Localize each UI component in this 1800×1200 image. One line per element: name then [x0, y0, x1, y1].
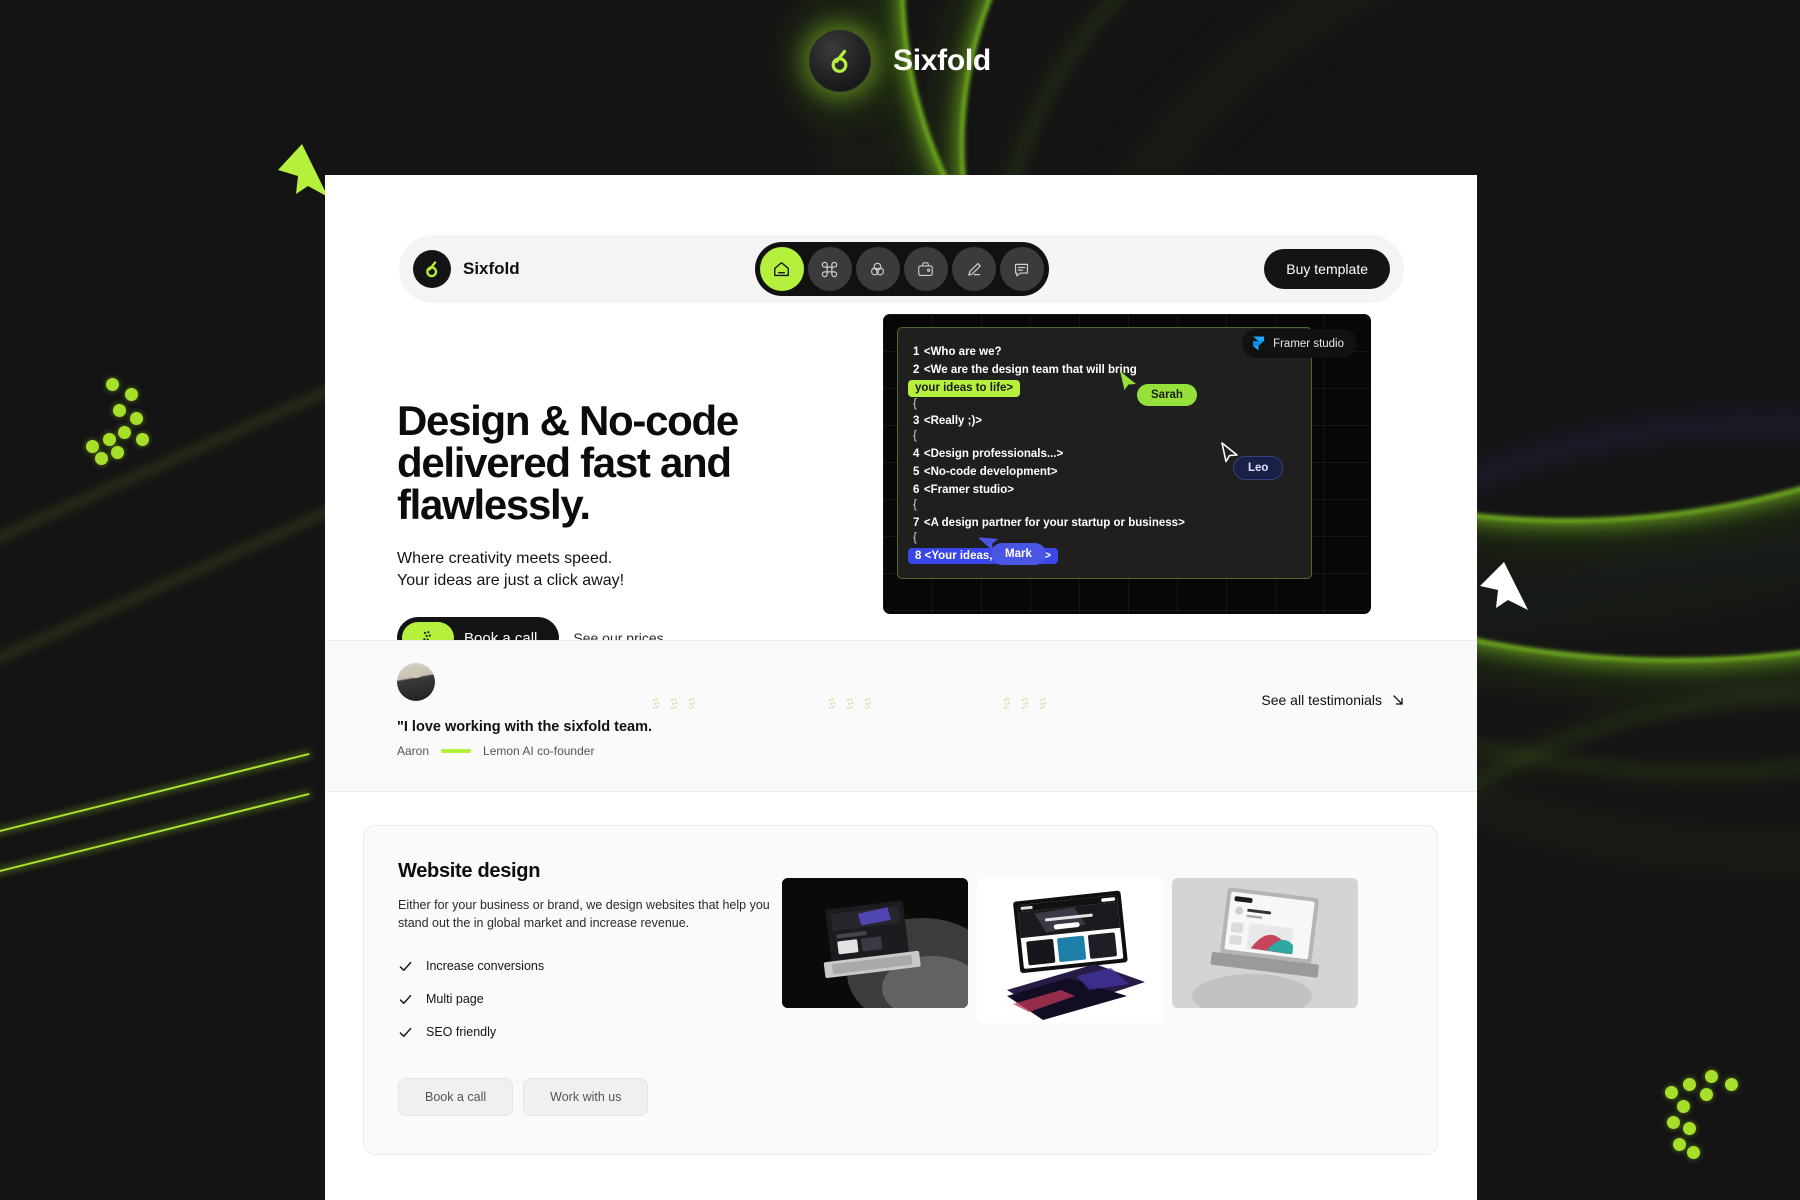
laptop-dark-shot[interactable]	[782, 878, 968, 1008]
code-line-brace: {	[913, 430, 917, 443]
cursor-pointer-sarah	[1120, 371, 1136, 390]
client-logo-3	[1000, 696, 1052, 712]
arrow-down-right-icon	[1393, 695, 1403, 705]
navbar: Sixfold Buy template	[399, 235, 1404, 303]
code-line: 6 <Framer studio>	[913, 484, 1014, 497]
hero-subheading-line-1: Where creativity meets speed.	[397, 550, 613, 567]
testimonial-author: Aaron	[397, 744, 430, 758]
line-streak-2	[0, 792, 310, 882]
hero-section: Design & No-code delivered fast and flaw…	[397, 397, 817, 660]
line-streak-faint-1	[0, 373, 362, 567]
check-icon	[399, 961, 412, 971]
testimonial-meta: Aaron Lemon AI co-founder	[397, 744, 594, 758]
see-all-testimonials-link[interactable]: See all testimonials	[1261, 692, 1405, 708]
website-design-description: Either for your business or brand, we de…	[398, 898, 770, 930]
client-logo-2	[825, 696, 877, 712]
command-icon[interactable]	[807, 247, 852, 291]
page-canvas: Sixfold Buy template Design & No-code de…	[325, 175, 1477, 1200]
framer-studio-badge: Framer studio	[1242, 329, 1357, 358]
collaborator-tag-leo: Mark	[991, 543, 1046, 565]
feature-label: Multi page	[426, 992, 484, 1006]
chat-icon[interactable]	[999, 247, 1044, 291]
framer-studio-label: Framer studio	[1273, 337, 1344, 350]
feature-label: Increase conversions	[426, 959, 545, 973]
page-title: Design & No-code delivered fast and flaw…	[397, 397, 739, 528]
hero-subheading-line-2: Your ideas are just a click away!	[397, 572, 625, 590]
navbar-icon-group	[754, 242, 1049, 296]
buy-template-button[interactable]: Buy template	[1264, 249, 1390, 289]
code-line-highlighted-blue: 8 <Your ideas, our work>	[908, 546, 1311, 565]
line-streak-faint-2	[0, 499, 351, 697]
testimonial-band: "I love working with the sixfold team. A…	[325, 640, 1477, 792]
color-palette-icon[interactable]	[855, 247, 900, 291]
testimonial-role: Lemon AI co-founder	[483, 744, 595, 758]
code-line-brace: {	[913, 499, 917, 512]
navbar-brand[interactable]: Sixfold	[413, 250, 520, 288]
collaborator-tag-sarah: Sarah	[1137, 384, 1197, 406]
avatar	[397, 663, 435, 701]
website-design-button-group: Book a call Work with us	[398, 1078, 649, 1116]
framer-icon	[1252, 336, 1265, 351]
white-cursor-arrow	[1480, 562, 1528, 610]
code-line-brace: {	[913, 397, 917, 410]
book-a-call-button[interactable]: Book a call	[398, 1078, 514, 1116]
pen-icon[interactable]	[951, 247, 996, 291]
code-editor: 1 <Who are we? 2 <We are the design team…	[897, 327, 1312, 579]
website-design-card: Website design Either for your business …	[363, 825, 1438, 1155]
list-item: SEO friendly	[398, 1025, 1403, 1040]
code-line: 3 <Really ;)>	[913, 415, 983, 428]
brand-header: Sixfold	[0, 0, 1800, 122]
navbar-brand-label: Sixfold	[463, 259, 520, 278]
code-line: 7 <A design partner for your startup or …	[913, 516, 1185, 529]
laptop-light-shot[interactable]	[1172, 878, 1358, 1008]
hero-subheading: Where creativity meets speed. Your ideas…	[397, 548, 817, 592]
testimonial-quote: "I love working with the sixfold team.	[397, 719, 653, 735]
feature-label: SEO friendly	[426, 1025, 497, 1039]
screenshot-root: Sixfold Sixfold Buy template Design & No…	[0, 0, 1800, 1200]
laptop-website-shot[interactable]	[977, 878, 1163, 1023]
dot-cluster-left	[78, 378, 158, 465]
work-with-us-button[interactable]: Work with us	[523, 1078, 649, 1116]
home-icon[interactable]	[759, 247, 804, 291]
collaborator-tag-mark: Leo	[1233, 456, 1284, 480]
see-all-testimonials-label: See all testimonials	[1261, 692, 1382, 708]
sixfold-logo-icon	[413, 250, 451, 288]
dot-cluster-right	[1655, 1070, 1745, 1165]
website-design-screenshots	[782, 878, 1358, 1023]
brand-title: Sixfold	[893, 44, 991, 77]
code-preview-panel: 1 <Who are we? 2 <We are the design team…	[883, 314, 1371, 614]
line-streak-1	[0, 752, 310, 842]
code-line-brace: {	[913, 531, 917, 544]
code-line-highlighted-green: your ideas to life>	[908, 378, 1311, 397]
client-logo-1	[649, 696, 701, 712]
check-icon	[399, 1027, 412, 1037]
sixfold-logo-icon	[809, 30, 872, 92]
divider	[441, 749, 472, 753]
check-icon	[399, 994, 412, 1004]
briefcase-icon[interactable]	[903, 247, 948, 291]
code-line: 2 <We are the design team that will brin…	[913, 364, 1137, 376]
